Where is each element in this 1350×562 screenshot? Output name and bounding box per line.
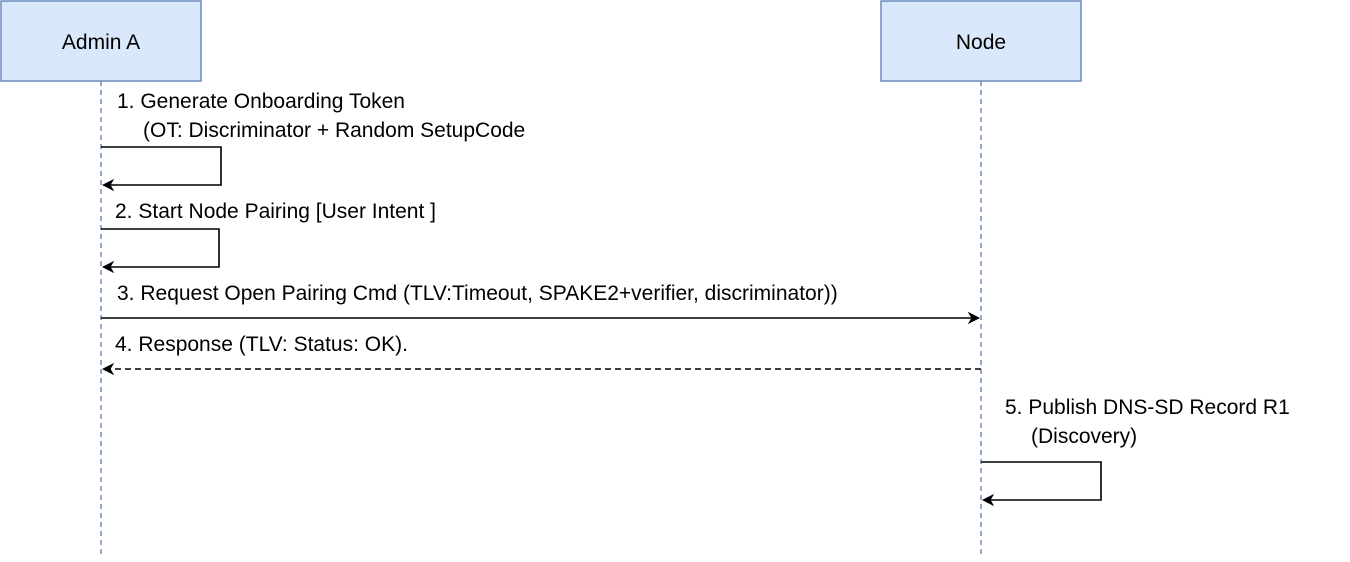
message-4-label: 4. Response (TLV: Status: OK). [115, 333, 408, 356]
message-4: 4. Response (TLV: Status: OK). [104, 333, 981, 369]
message-1-arrow [101, 146, 222, 185]
participant-admin-a-label: Admin A [62, 31, 140, 54]
message-3-label: 3. Request Open Pairing Cmd (TLV:Timeout… [117, 282, 838, 305]
message-2-label: 2. Start Node Pairing [User Intent ] [115, 200, 436, 223]
message-5-label-line-2: (Discovery) [1031, 425, 1137, 448]
message-5: 5. Publish DNS-SD Record R1 (Discovery) [981, 396, 1290, 500]
message-2-arrow [101, 228, 220, 267]
message-1: 1. Generate Onboarding Token (OT: Discri… [101, 90, 525, 185]
sequence-diagram: Admin A Node 1. Generate Onboarding Toke… [0, 0, 1290, 555]
message-5-label-line-1: 5. Publish DNS-SD Record R1 [1005, 396, 1290, 419]
message-1-label-line-1: 1. Generate Onboarding Token [117, 90, 405, 113]
message-5-arrow [981, 461, 1102, 500]
participant-admin-a: Admin A [0, 0, 202, 82]
message-3: 3. Request Open Pairing Cmd (TLV:Timeout… [101, 282, 978, 318]
message-2: 2. Start Node Pairing [User Intent ] [101, 200, 436, 267]
participant-node-label: Node [956, 31, 1006, 54]
message-1-label-line-2: (OT: Discriminator + Random SetupCode [143, 119, 525, 142]
participant-node: Node [880, 0, 1082, 82]
